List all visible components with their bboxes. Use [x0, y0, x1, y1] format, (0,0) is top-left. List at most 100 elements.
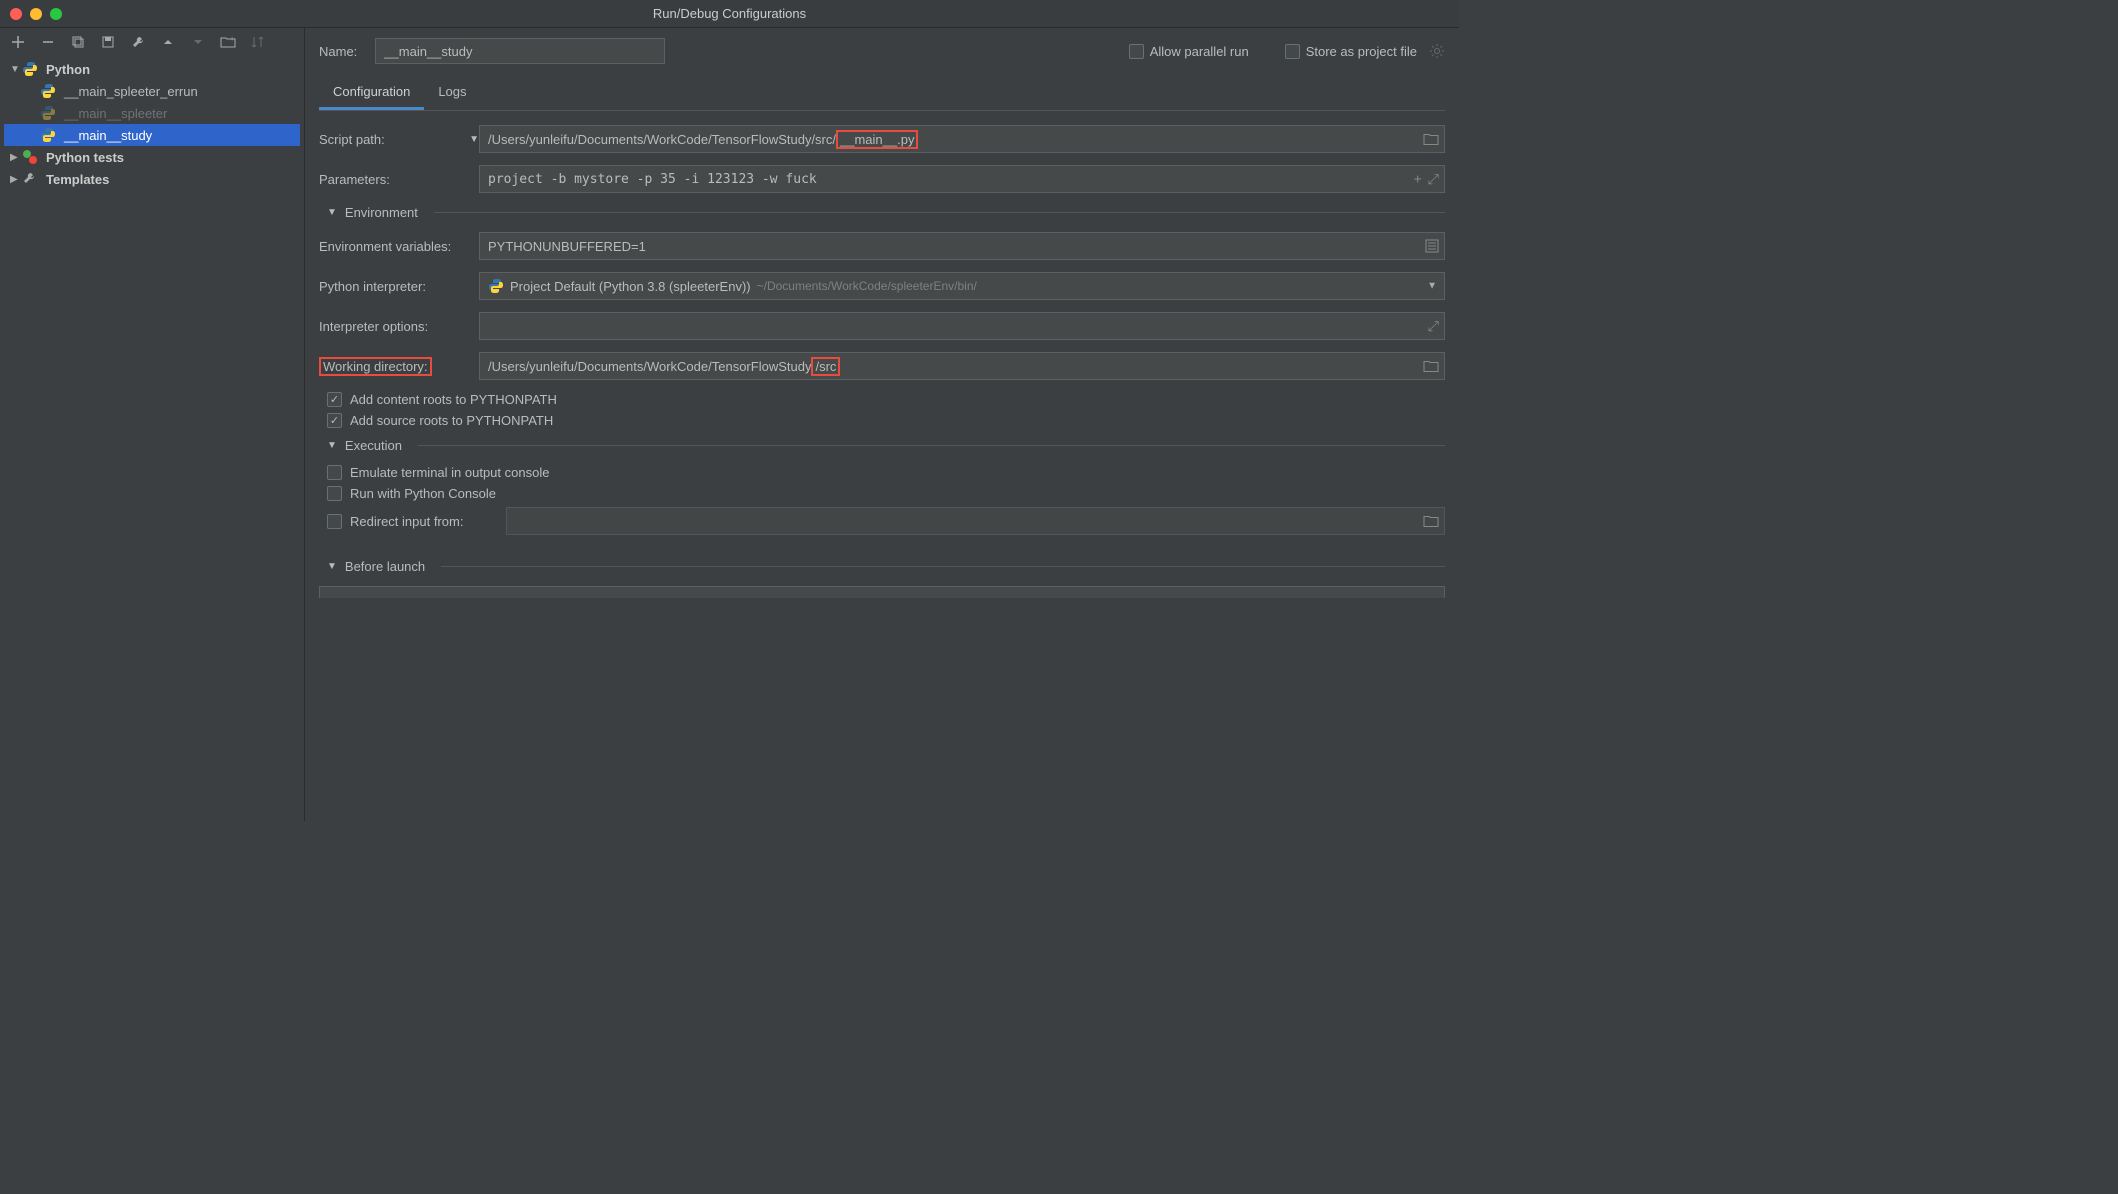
tree-item-main-study[interactable]: __main__study — [4, 124, 300, 146]
interpreter-select[interactable]: Project Default (Python 3.8 (spleeterEnv… — [479, 272, 1445, 300]
divider — [441, 566, 1445, 567]
expand-icon[interactable]: ⤢ — [1428, 171, 1439, 188]
tabs: Configuration Logs — [319, 78, 1445, 111]
redirect-input-field[interactable] — [506, 507, 1445, 535]
save-icon[interactable] — [100, 34, 116, 50]
python-icon — [40, 105, 56, 121]
working-dir-value-pre: /Users/yunleifu/Documents/WorkCode/Tenso… — [488, 359, 811, 374]
sort-icon[interactable] — [250, 34, 266, 50]
name-input[interactable] — [375, 38, 665, 64]
run-python-console-label: Run with Python Console — [350, 486, 496, 501]
browse-folder-icon[interactable] — [1423, 515, 1439, 528]
allow-parallel-checkbox[interactable] — [1129, 44, 1144, 59]
add-source-roots-checkbox[interactable] — [327, 413, 342, 428]
environment-section-label: Environment — [345, 205, 418, 220]
expand-icon[interactable]: ⤢ — [1428, 318, 1439, 335]
wrench-icon[interactable] — [130, 34, 146, 50]
run-config-tree: ▼ Python __main_spleeter_errun __main__s… — [0, 56, 304, 192]
redirect-input-label: Redirect input from: — [350, 514, 498, 529]
working-directory-input[interactable]: /Users/yunleifu/Documents/WorkCode/Tenso… — [479, 352, 1445, 380]
plus-icon[interactable]: + — [1414, 171, 1422, 188]
expand-arrow-icon: ▼ — [10, 64, 22, 75]
down-icon[interactable] — [190, 34, 206, 50]
window-title: Run/Debug Configurations — [653, 6, 806, 21]
interpreter-options-input[interactable] — [479, 312, 1445, 340]
store-project-checkbox[interactable] — [1285, 44, 1300, 59]
interpreter-hint: ~/Documents/WorkCode/spleeterEnv/bin/ — [757, 279, 977, 293]
expand-arrow-icon: ▶ — [10, 152, 22, 163]
tree-label: __main__spleeter — [64, 106, 167, 121]
tree-label: __main__study — [64, 128, 152, 143]
gear-icon[interactable] — [1429, 43, 1445, 59]
collapse-arrow-icon[interactable]: ▼ — [327, 561, 337, 572]
add-content-roots-checkbox[interactable] — [327, 392, 342, 407]
maximize-window-button[interactable] — [50, 8, 62, 20]
tree-group-templates[interactable]: ▶ Templates — [4, 168, 300, 190]
collapse-arrow-icon[interactable]: ▼ — [327, 207, 337, 218]
parameters-value: project -b mystore -p 35 -i 123123 -w fu… — [488, 172, 817, 187]
emulate-terminal-checkbox[interactable] — [327, 465, 342, 480]
allow-parallel-label: Allow parallel run — [1150, 44, 1249, 59]
expand-arrow-icon: ▶ — [10, 174, 22, 185]
execution-section-label: Execution — [345, 438, 402, 453]
dropdown-arrow-icon[interactable]: ▼ — [469, 134, 479, 145]
folder-icon[interactable]: + — [220, 34, 236, 50]
script-path-label: Script path: — [319, 132, 385, 147]
up-icon[interactable] — [160, 34, 176, 50]
run-python-console-checkbox[interactable] — [327, 486, 342, 501]
script-path-input[interactable]: /Users/yunleifu/Documents/WorkCode/Tenso… — [479, 125, 1445, 153]
store-project-label: Store as project file — [1306, 44, 1417, 59]
emulate-terminal-label: Emulate terminal in output console — [350, 465, 549, 480]
divider — [434, 212, 1445, 213]
before-launch-panel — [319, 586, 1445, 598]
titlebar: Run/Debug Configurations — [0, 0, 1459, 28]
tree-label: Templates — [46, 172, 109, 187]
svg-text:+: + — [230, 36, 234, 43]
python-icon — [22, 61, 38, 77]
python-icon — [488, 278, 504, 294]
add-source-roots-label: Add source roots to PYTHONPATH — [350, 413, 553, 428]
browse-folder-icon[interactable] — [1423, 133, 1439, 146]
divider — [418, 445, 1445, 446]
collapse-arrow-icon[interactable]: ▼ — [327, 440, 337, 451]
minimize-window-button[interactable] — [30, 8, 42, 20]
env-vars-input[interactable]: PYTHONUNBUFFERED=1 — [479, 232, 1445, 260]
dropdown-arrow-icon[interactable]: ▼ — [1427, 281, 1437, 292]
traffic-lights — [0, 8, 62, 20]
script-path-value-pre: /Users/yunleifu/Documents/WorkCode/Tenso… — [488, 132, 836, 147]
sidebar-toolbar: + — [0, 28, 304, 56]
tree-label: Python — [46, 62, 90, 77]
before-launch-section-label: Before launch — [345, 559, 425, 574]
add-content-roots-label: Add content roots to PYTHONPATH — [350, 392, 557, 407]
sidebar: + ▼ Python __main_spleeter_errun — [0, 28, 305, 821]
python-icon — [40, 127, 56, 143]
content-panel: Name: Allow parallel run Store as projec… — [305, 28, 1459, 821]
tree-item-main-spleeter-errun[interactable]: __main_spleeter_errun — [4, 80, 300, 102]
interpreter-value: Project Default (Python 3.8 (spleeterEnv… — [510, 279, 751, 294]
tree-label: __main_spleeter_errun — [64, 84, 198, 99]
parameters-label: Parameters: — [319, 172, 479, 187]
tab-logs[interactable]: Logs — [424, 78, 480, 110]
interpreter-label: Python interpreter: — [319, 279, 479, 294]
remove-icon[interactable] — [40, 34, 56, 50]
redirect-input-checkbox[interactable] — [327, 514, 342, 529]
list-icon[interactable] — [1425, 239, 1439, 253]
tree-group-python[interactable]: ▼ Python — [4, 58, 300, 80]
script-path-highlight: __main__.py — [836, 130, 918, 149]
browse-folder-icon[interactable] — [1423, 360, 1439, 373]
working-dir-highlight: /src — [811, 357, 840, 376]
close-window-button[interactable] — [10, 8, 22, 20]
tree-item-main-spleeter[interactable]: __main__spleeter — [4, 102, 300, 124]
interpreter-options-label: Interpreter options: — [319, 319, 479, 334]
python-tests-icon — [22, 149, 38, 165]
parameters-input[interactable]: project -b mystore -p 35 -i 123123 -w fu… — [479, 165, 1445, 193]
tab-configuration[interactable]: Configuration — [319, 78, 424, 110]
add-icon[interactable] — [10, 34, 26, 50]
env-vars-label: Environment variables: — [319, 239, 479, 254]
working-directory-label: Working directory: — [319, 357, 432, 376]
env-vars-value: PYTHONUNBUFFERED=1 — [488, 239, 646, 254]
tree-group-python-tests[interactable]: ▶ Python tests — [4, 146, 300, 168]
wrench-icon — [22, 171, 38, 187]
python-icon — [40, 83, 56, 99]
copy-icon[interactable] — [70, 34, 86, 50]
